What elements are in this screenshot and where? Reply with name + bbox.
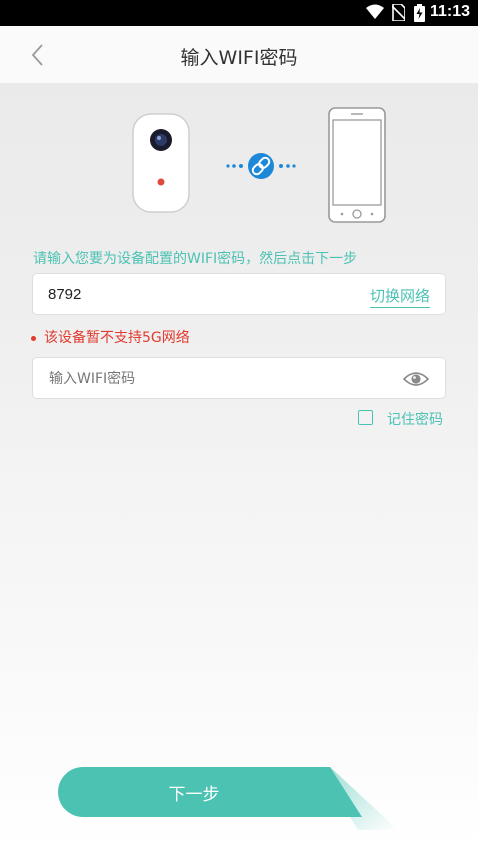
checkbox-box[interactable]	[358, 410, 373, 425]
warning-dot	[31, 335, 36, 341]
no-sim-icon	[392, 4, 405, 21]
warning-text: 该设备暂不支持5G网络	[44, 330, 190, 346]
app-header: 输入WIFI密码	[0, 26, 478, 83]
instruction-text: 请输入您要为设备配置的WIFI密码，然后点击下一步	[33, 251, 358, 267]
page-title: 输入WIFI密码	[180, 47, 298, 69]
battery-charging-icon	[414, 4, 425, 22]
wifi-ssid-value: 8792	[48, 286, 82, 303]
eye-icon[interactable]	[403, 370, 429, 388]
5g-warning: 该设备暂不支持5G网络	[31, 327, 190, 347]
wifi-ssid-field: 8792 切换网络	[32, 273, 446, 315]
wifi-icon	[366, 4, 384, 19]
status-time: 11:13	[429, 3, 470, 20]
switch-network-link[interactable]: 切换网络	[369, 285, 430, 308]
camera-device-illustration	[132, 113, 190, 213]
remember-password-label: 记住密码	[387, 412, 443, 428]
wifi-password-field	[32, 357, 446, 399]
status-bar: 11:13	[0, 0, 478, 26]
wifi-password-input[interactable]	[47, 366, 391, 392]
next-step-button[interactable]: 下一步	[58, 767, 330, 817]
connection-link-illustration	[226, 153, 296, 179]
smartphone-illustration	[328, 107, 386, 223]
